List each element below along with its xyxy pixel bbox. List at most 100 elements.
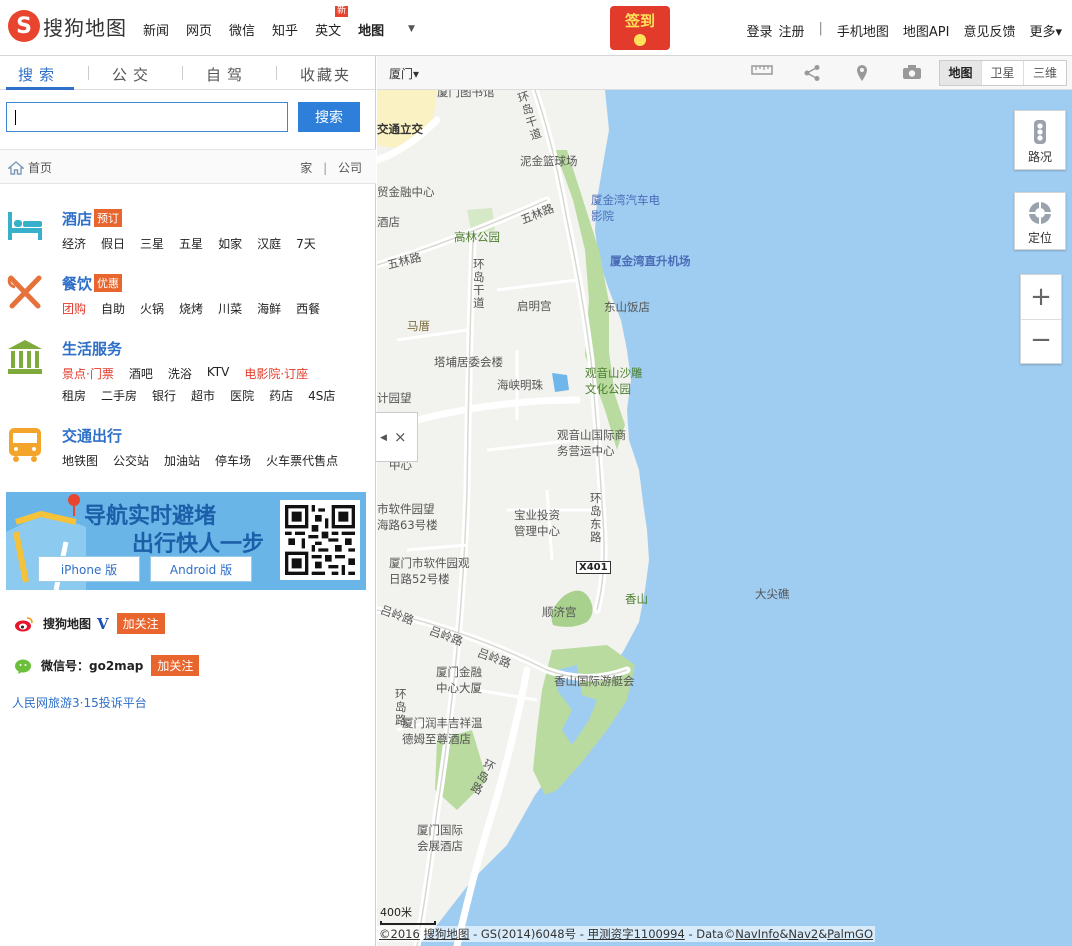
- category-link[interactable]: 五星: [179, 235, 203, 252]
- category-link[interactable]: 地铁图: [62, 452, 98, 469]
- close-icon[interactable]: ×: [394, 428, 407, 446]
- category-link[interactable]: 假日: [101, 235, 125, 252]
- map-type-standard[interactable]: 地图: [940, 61, 982, 85]
- map-label[interactable]: 海路63号楼: [377, 517, 438, 533]
- shortcut-company[interactable]: 公司: [338, 161, 362, 175]
- category-link[interactable]: 自助: [101, 300, 125, 317]
- category-link[interactable]: 西餐: [296, 300, 320, 317]
- zoom-out-button[interactable]: −: [1021, 320, 1061, 364]
- mobile-map-link[interactable]: 手机地图: [837, 21, 889, 40]
- map-label[interactable]: 马厝: [407, 318, 430, 334]
- category-link[interactable]: 酒吧: [129, 365, 153, 382]
- tab-bus[interactable]: 公交: [112, 64, 154, 85]
- category-link[interactable]: 公交站: [113, 452, 149, 469]
- map-label[interactable]: 厦门国际会展酒店: [417, 822, 465, 854]
- map-label[interactable]: 厦金湾汽车电影院: [591, 192, 671, 224]
- category-link[interactable]: 火锅: [140, 300, 164, 317]
- category-link[interactable]: 4S店: [308, 387, 335, 404]
- map-label[interactable]: 大尖礁: [755, 586, 790, 602]
- map-label[interactable]: 泥金篮球场: [520, 153, 578, 169]
- search-input[interactable]: [6, 102, 288, 132]
- tab-favorites[interactable]: 收藏夹: [300, 64, 351, 85]
- survey-license-link[interactable]: 甲测资字1100994: [588, 927, 685, 941]
- ruler-icon[interactable]: [737, 64, 787, 86]
- tab-drive[interactable]: 自驾: [206, 64, 248, 85]
- map-label[interactable]: 厦门图书馆: [437, 90, 495, 100]
- navinfo-link[interactable]: NavInfo: [735, 927, 779, 941]
- nav-news[interactable]: 新闻: [143, 20, 169, 39]
- palmgo-link[interactable]: PalmGO: [827, 927, 873, 941]
- nav-english[interactable]: 英文 新: [315, 6, 349, 39]
- nav-weixin[interactable]: 微信: [229, 20, 255, 39]
- map-label[interactable]: 启明宫: [517, 298, 552, 314]
- nav-zhihu[interactable]: 知乎: [272, 20, 298, 39]
- category-link[interactable]: 海鲜: [257, 300, 281, 317]
- map-label[interactable]: 酒店: [377, 214, 400, 230]
- wechat-follow-button[interactable]: 加关注: [151, 655, 200, 676]
- copyright-brand[interactable]: 搜狗地图: [423, 927, 469, 941]
- locate-button[interactable]: 定位: [1014, 192, 1066, 250]
- traffic-button[interactable]: 路况: [1014, 110, 1066, 170]
- camera-icon[interactable]: [887, 64, 937, 86]
- category-title[interactable]: 交通出行: [62, 425, 122, 446]
- collapse-panel-arrow-icon[interactable]: ◀: [380, 433, 387, 443]
- category-link[interactable]: 加油站: [164, 452, 200, 469]
- category-link[interactable]: 二手房: [101, 387, 137, 404]
- category-link[interactable]: 洗浴: [168, 365, 192, 382]
- map-label[interactable]: 计园望: [377, 390, 412, 406]
- category-link[interactable]: 如家: [218, 235, 242, 252]
- more-products-caret-icon[interactable]: ▼: [408, 24, 415, 34]
- category-link[interactable]: 7天: [296, 235, 316, 252]
- map-label[interactable]: 交通立交: [377, 121, 423, 137]
- feedback-link[interactable]: 意见反馈: [963, 21, 1015, 40]
- category-link[interactable]: 烧烤: [179, 300, 203, 317]
- map-label[interactable]: 香山: [625, 591, 648, 607]
- category-link[interactable]: 景点·门票: [62, 365, 114, 382]
- tab-search[interactable]: 搜索: [18, 64, 60, 85]
- zoom-in-button[interactable]: +: [1021, 275, 1061, 320]
- map-label[interactable]: 塔埔居委会楼: [434, 354, 503, 370]
- map-canvas[interactable]: 厦门图书馆 交通立交 泥金篮球场 贸金融中心 酒店 厦金湾汽车电影院 高林公园 …: [377, 90, 1072, 946]
- category-link[interactable]: 药店: [269, 387, 293, 404]
- search-button[interactable]: 搜索: [298, 102, 360, 132]
- login-link[interactable]: 登录: [746, 21, 772, 40]
- category-link[interactable]: 医院: [230, 387, 254, 404]
- iphone-download-button[interactable]: iPhone 版: [38, 556, 140, 582]
- map-label[interactable]: 贸金融中心: [377, 184, 435, 200]
- city-selector[interactable]: 厦门▾: [389, 65, 419, 82]
- map-label[interactable]: 海峡明珠: [497, 377, 543, 393]
- android-download-button[interactable]: Android 版: [150, 556, 252, 582]
- map-type-satellite[interactable]: 卫星: [982, 61, 1024, 85]
- category-link[interactable]: 汉庭: [257, 235, 281, 252]
- map-label[interactable]: 高林公园: [454, 229, 500, 245]
- map-label[interactable]: 厦门金融中心大厦: [436, 664, 492, 696]
- category-title[interactable]: 餐饮 优惠: [62, 273, 123, 294]
- nav-web[interactable]: 网页: [186, 20, 212, 39]
- copyright-year[interactable]: ©2016: [379, 927, 420, 941]
- category-link[interactable]: KTV: [207, 365, 229, 382]
- sogou-map-logo[interactable]: S 搜狗地图: [8, 10, 127, 42]
- weibo-follow-button[interactable]: 加关注: [116, 613, 165, 634]
- share-icon[interactable]: [787, 64, 837, 86]
- category-link[interactable]: 三星: [140, 235, 164, 252]
- map-label[interactable]: 观音山沙雕文化公园: [585, 365, 651, 397]
- map-label[interactable]: 香山国际游艇会: [554, 673, 635, 689]
- category-link[interactable]: 川菜: [218, 300, 242, 317]
- map-type-3d[interactable]: 三维: [1024, 61, 1066, 85]
- map-label[interactable]: 厦门市软件园观日路52号楼: [389, 555, 479, 587]
- category-link[interactable]: 银行: [152, 387, 176, 404]
- category-link[interactable]: 超市: [191, 387, 215, 404]
- category-title[interactable]: 酒店 预订: [62, 208, 123, 229]
- map-label[interactable]: 东山饭店: [604, 299, 650, 315]
- map-label[interactable]: 市软件园望: [377, 501, 435, 517]
- map-label[interactable]: 厦门润丰吉祥温德姆至尊酒店: [402, 715, 492, 747]
- category-link[interactable]: 停车场: [215, 452, 251, 469]
- map-label[interactable]: 顺济宫: [542, 604, 577, 620]
- pin-icon[interactable]: [837, 64, 887, 86]
- map-label[interactable]: 宝业投资管理中心: [514, 507, 570, 539]
- category-link[interactable]: 租房: [62, 387, 86, 404]
- category-link[interactable]: 经济: [62, 235, 86, 252]
- map-api-link[interactable]: 地图API: [903, 21, 950, 40]
- more-menu[interactable]: 更多▾: [1029, 21, 1062, 40]
- category-link[interactable]: 团购: [62, 300, 86, 317]
